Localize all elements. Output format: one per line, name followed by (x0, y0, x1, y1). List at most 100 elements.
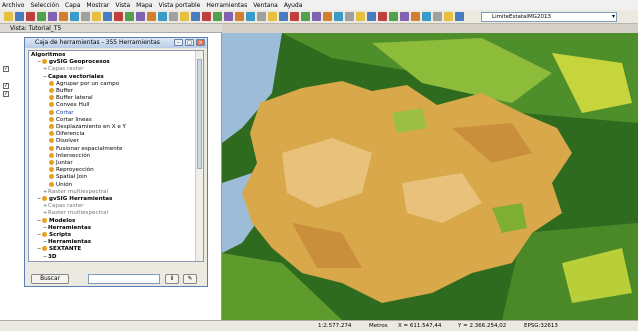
tree-item[interactable]: Cortar líneas (49, 116, 92, 124)
tree-item[interactable]: Spatial Join (49, 174, 87, 181)
scroll-thumb[interactable] (197, 59, 202, 169)
polygon-icon[interactable] (301, 12, 310, 21)
search-button[interactable]: Buscar (31, 274, 69, 284)
tree-item[interactable]: − SEXTANTE (37, 246, 81, 253)
tree-item[interactable]: −Herramientas (43, 225, 91, 232)
filter-icon[interactable] (224, 12, 233, 21)
tree-item[interactable]: − gvSIG Herramientas (37, 196, 112, 203)
point-icon[interactable] (279, 12, 288, 21)
menu-item[interactable]: Mapa (136, 2, 152, 9)
tree-item[interactable]: −Capas vectoriales (43, 74, 104, 81)
chevron-down-icon[interactable]: ▾ (612, 13, 615, 21)
lock-icon[interactable] (257, 12, 266, 21)
tree-scrollbar[interactable] (195, 51, 203, 261)
menu-item[interactable]: Mostrar (86, 2, 109, 9)
menu-item[interactable]: Selección (30, 2, 59, 9)
menu-item[interactable]: Herramientas (206, 2, 247, 9)
line-icon[interactable] (290, 12, 299, 21)
map-canvas[interactable] (222, 33, 638, 320)
copy-icon[interactable] (312, 12, 321, 21)
search-icon[interactable] (356, 12, 365, 21)
tree-item[interactable]: Convex Hull (49, 102, 89, 109)
zoom-in-icon[interactable] (48, 12, 57, 21)
scale-readout[interactable]: 1:2.577.274 (318, 321, 351, 331)
tree-item[interactable]: Intersección (49, 152, 90, 160)
tree-item[interactable]: Cortar (49, 109, 74, 117)
menu-item[interactable]: Vista portable (158, 2, 200, 9)
tree-item[interactable]: +Raster multiespectral (43, 210, 108, 217)
new-icon[interactable] (4, 12, 13, 21)
tree-item[interactable]: Buffer lateral (49, 95, 93, 102)
legend-icon[interactable] (367, 12, 376, 21)
area-icon[interactable] (114, 12, 123, 21)
tree-item[interactable]: − Modelos (37, 217, 75, 225)
close-icon[interactable]: × (196, 39, 205, 46)
refresh-icon[interactable] (147, 12, 156, 21)
tree-item[interactable]: Reproyección (49, 167, 94, 174)
tree-item[interactable]: +Capas raster (43, 66, 84, 73)
maximize-icon[interactable]: □ (185, 39, 194, 46)
edit-icon[interactable] (169, 12, 178, 21)
hand-icon[interactable] (268, 12, 277, 21)
save-icon[interactable] (26, 12, 35, 21)
table-icon[interactable] (136, 12, 145, 21)
tree-item[interactable]: Desplazamiento en X e Y (49, 124, 126, 131)
window-icon[interactable] (422, 12, 431, 21)
help-icon[interactable] (411, 12, 420, 21)
target-icon[interactable] (213, 12, 222, 21)
tree-item[interactable]: Fusionar espacialmente (49, 145, 122, 153)
search-input[interactable] (88, 274, 160, 284)
tree-item[interactable]: Juntar (49, 160, 73, 167)
menu-item[interactable]: Archivo (2, 2, 24, 9)
tree-item[interactable]: − gvSIG Geoprocesos (37, 59, 110, 66)
tree-item[interactable]: Unión (49, 181, 72, 189)
redo-icon[interactable] (345, 12, 354, 21)
info-icon[interactable] (92, 12, 101, 21)
layer-checkbox[interactable]: ✓ (3, 83, 9, 89)
menu-item[interactable]: Ayuda (284, 2, 303, 9)
globe-icon[interactable] (191, 12, 200, 21)
tree-item[interactable]: Algoritmos (31, 52, 65, 59)
tree-item[interactable]: +Capas raster (43, 203, 84, 210)
tree-item[interactable]: −Herramientas (43, 239, 91, 246)
select-icon[interactable] (81, 12, 90, 21)
chart-icon[interactable] (246, 12, 255, 21)
open-icon[interactable] (15, 12, 24, 21)
settings-button[interactable]: ✎ (183, 274, 197, 284)
minimize-icon[interactable]: – (174, 39, 183, 46)
tree-item[interactable]: Diferencia (49, 131, 85, 138)
layer-select[interactable]: LimiteEstatalMG2013 ▾ (481, 12, 617, 22)
grid-icon[interactable] (180, 12, 189, 21)
ruler-icon[interactable] (202, 12, 211, 21)
layer-icon[interactable] (125, 12, 134, 21)
tree-item[interactable]: −3D (43, 254, 57, 261)
star-icon[interactable] (455, 12, 464, 21)
paste-icon[interactable] (323, 12, 332, 21)
grid2-icon[interactable] (389, 12, 398, 21)
menu-item[interactable]: Vista (115, 2, 130, 9)
print-icon[interactable] (37, 12, 46, 21)
zoom-out-icon[interactable] (59, 12, 68, 21)
stop-icon[interactable] (158, 12, 167, 21)
export-icon[interactable] (400, 12, 409, 21)
tree-item[interactable]: +Raster multiespectral (43, 189, 108, 196)
tree-item[interactable]: − Scripts (37, 232, 71, 239)
layer-checkbox[interactable]: ✓ (3, 91, 9, 97)
map-icon[interactable] (235, 12, 244, 21)
algorithm-tree[interactable]: Algoritmos − gvSIG Geoprocesos +Capas raste… (28, 50, 204, 262)
tree-item[interactable]: Agrupar por un campo (49, 80, 119, 88)
flag-icon[interactable] (444, 12, 453, 21)
undo-icon[interactable] (334, 12, 343, 21)
menu-item[interactable]: Capa (65, 2, 80, 9)
units-readout[interactable]: Metros (369, 321, 388, 331)
tree-item[interactable]: Disolver (49, 138, 79, 145)
info-button[interactable]: i (165, 274, 179, 284)
layout-icon[interactable] (378, 12, 387, 21)
tree-item[interactable]: Buffer (49, 88, 73, 95)
layer-checkbox[interactable]: ✓ (3, 66, 9, 72)
pan-icon[interactable] (70, 12, 79, 21)
measure-icon[interactable] (103, 12, 112, 21)
menu-item[interactable]: Ventana (253, 2, 278, 9)
dialog-titlebar[interactable]: Caja de herramientas - 355 Herramientas … (25, 38, 207, 48)
tool-icon[interactable] (433, 12, 442, 21)
